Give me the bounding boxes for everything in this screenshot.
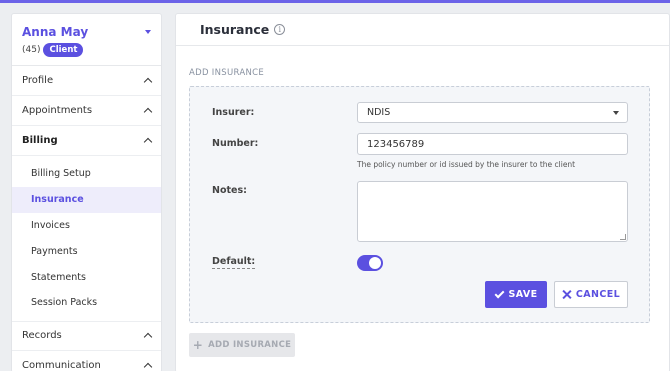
number-input[interactable]: 123456789: [357, 133, 628, 155]
default-toggle[interactable]: [357, 255, 383, 271]
page-title: Insurance: [200, 22, 270, 37]
billing-submenu: Billing Setup Insurance Invoices Payment…: [12, 156, 161, 321]
check-icon: [494, 288, 504, 298]
sidebar-group-profile[interactable]: Profile: [12, 66, 161, 96]
sidebar-group-label: Profile: [22, 75, 54, 86]
default-label-wrap: Default:: [212, 256, 256, 269]
client-name[interactable]: Anna May: [22, 25, 151, 39]
add-insurance-form: Insurer: NDIS Number: 123456789 The poli…: [189, 86, 650, 323]
top-accent-bar: [0, 0, 670, 3]
notes-textarea[interactable]: [357, 181, 628, 242]
chevron-up-icon: [143, 137, 153, 147]
cancel-button-label: CANCEL: [575, 289, 621, 300]
client-meta: (45) Client: [22, 43, 151, 57]
sidebar-item-statements[interactable]: Statements: [12, 264, 161, 290]
plus-icon: +: [192, 338, 204, 352]
cancel-button[interactable]: CANCEL: [554, 281, 628, 308]
page-header: Insurance i: [176, 14, 669, 46]
sidebar-item-payments[interactable]: Payments: [12, 238, 161, 264]
sidebar-item-session-packs[interactable]: Session Packs: [12, 290, 161, 316]
notes-label: Notes:: [212, 185, 247, 196]
chevron-up-icon: [143, 77, 153, 87]
client-badge: Client: [43, 43, 84, 57]
default-label: Default:: [212, 256, 256, 269]
info-icon[interactable]: i: [274, 24, 286, 35]
save-button-label: SAVE: [508, 289, 538, 300]
chevron-up-icon: [143, 362, 153, 371]
sidebar-item-billing-setup[interactable]: Billing Setup: [12, 161, 161, 187]
sidebar-group-records[interactable]: Records: [12, 320, 161, 351]
insurer-select-value: NDIS: [367, 107, 391, 118]
client-count: (45): [22, 45, 41, 55]
chevron-up-icon: [143, 107, 153, 117]
client-header[interactable]: Anna May (45) Client: [12, 14, 161, 66]
main-panel: Insurance i ADD INSURANCE Insurer: NDIS …: [175, 13, 670, 371]
sidebar-group-appointments[interactable]: Appointments: [12, 96, 161, 126]
dropdown-caret-icon: [613, 111, 619, 115]
resize-handle-icon[interactable]: [620, 234, 626, 240]
chevron-down-icon[interactable]: [145, 30, 151, 34]
sidebar-group-label: Appointments: [22, 105, 93, 116]
sidebar-group-label: Communication: [22, 359, 101, 371]
insurer-label: Insurer:: [212, 107, 255, 118]
section-label: ADD INSURANCE: [189, 68, 265, 78]
close-icon: [562, 290, 571, 299]
number-hint: The policy number or id issued by the in…: [357, 160, 576, 169]
sidebar-group-label: Billing: [22, 135, 58, 146]
add-insurance-button-label: ADD INSURANCE: [208, 340, 292, 350]
sidebar-item-invoices[interactable]: Invoices: [12, 213, 161, 239]
sidebar-group-label: Records: [22, 330, 62, 342]
sidebar-group-communication[interactable]: Communication: [12, 351, 161, 371]
toggle-knob: [369, 257, 381, 269]
client-sidebar: Anna May (45) Client Profile Appointment…: [11, 13, 162, 371]
number-label: Number:: [212, 138, 259, 149]
sidebar-group-billing[interactable]: Billing: [12, 126, 161, 156]
add-insurance-button[interactable]: + ADD INSURANCE: [189, 333, 295, 357]
insurer-select[interactable]: NDIS: [357, 102, 628, 123]
sidebar-item-insurance[interactable]: Insurance: [12, 186, 161, 213]
save-button[interactable]: SAVE: [485, 281, 547, 308]
chevron-up-icon: [143, 333, 153, 342]
